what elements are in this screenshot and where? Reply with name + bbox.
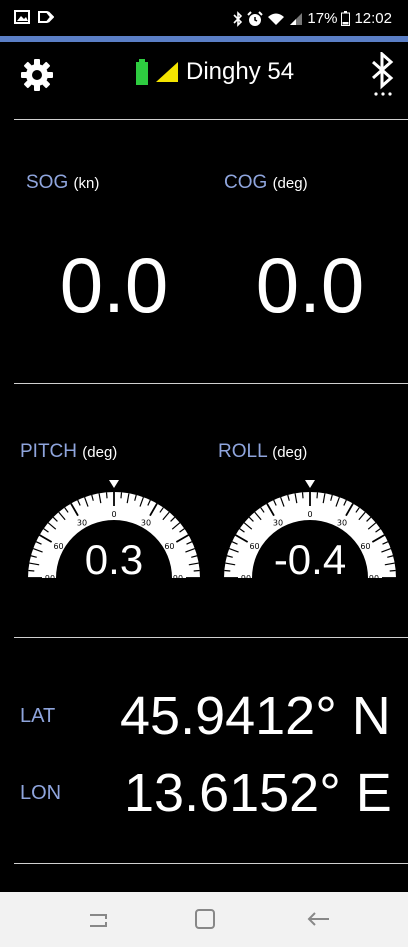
device-status: Dinghy 54 — [136, 58, 294, 86]
bluetooth-icon — [233, 10, 243, 27]
signal-strength-icon — [156, 62, 178, 82]
gauge-scale-label: 90 — [173, 574, 183, 578]
gauge-pointer-icon — [109, 480, 119, 488]
home-icon — [195, 909, 215, 929]
divider — [14, 119, 408, 120]
gauge-scale-label: 30 — [273, 519, 283, 528]
cog-value: 0.0 — [255, 241, 365, 329]
gauge-tick — [28, 569, 35, 572]
image-icon — [14, 10, 30, 24]
status-time: 12:02 — [354, 10, 392, 27]
divider — [14, 637, 408, 638]
gauge-scale-label: 90 — [369, 574, 379, 578]
roll-unit: (deg) — [272, 444, 308, 461]
gauge-tick — [301, 492, 304, 499]
cog-label-text: COG — [224, 172, 268, 193]
gauge-tick — [120, 492, 123, 499]
divider — [14, 863, 408, 864]
gauge-tick — [105, 492, 108, 499]
roll-value: -0.4 — [273, 536, 347, 583]
sog-unit: (kn) — [73, 175, 100, 192]
pitch-label-text: PITCH — [20, 441, 77, 462]
sog-value: 0.0 — [59, 241, 169, 329]
battery-percent: 17% — [307, 10, 338, 27]
gauge-pointer-icon — [305, 480, 315, 488]
status-left-icons — [14, 10, 54, 24]
gauge-tick — [193, 569, 200, 572]
gauge-tick — [316, 492, 319, 499]
sog-label: SOG (kn) — [26, 172, 99, 194]
lon-label: LON — [20, 782, 62, 804]
gauge-scale-label: 30 — [337, 519, 347, 528]
wifi-icon — [268, 13, 285, 25]
cast-icon — [38, 11, 54, 23]
device-name: Dinghy 54 — [186, 58, 295, 85]
roll-label-text: ROLL — [218, 441, 267, 462]
roll-label: ROLL (deg) — [218, 441, 307, 463]
lat-value: 45.9412° N — [120, 686, 391, 746]
signal-icon — [290, 12, 303, 25]
gauge-scale-label: 0 — [307, 510, 312, 519]
back-button[interactable] — [300, 904, 336, 934]
gauge-scale-label: 30 — [77, 519, 87, 528]
pitch-label: PITCH (deg) — [20, 441, 117, 463]
cog-label: COG (deg) — [224, 172, 308, 194]
gauge-tick — [389, 569, 396, 572]
settings-button[interactable] — [20, 58, 54, 92]
lon-value: 13.6152° E — [124, 763, 392, 823]
gauge-scale-label: 0 — [111, 510, 116, 519]
battery-icon — [341, 11, 351, 26]
cog-unit: (deg) — [272, 175, 308, 192]
recent-apps-icon — [90, 914, 107, 927]
bluetooth-icon — [372, 50, 394, 96]
status-right-icons: 17% 12:02 — [233, 10, 392, 27]
divider — [14, 383, 408, 384]
lat-label: LAT — [20, 705, 56, 727]
bluetooth-connect-button[interactable] — [369, 50, 397, 98]
back-icon — [307, 912, 329, 926]
battery-level-icon — [136, 59, 148, 85]
home-button[interactable] — [187, 904, 223, 934]
pitch-unit: (deg) — [82, 444, 118, 461]
gauge-tick — [224, 569, 231, 572]
gear-icon — [21, 59, 53, 91]
system-nav-bar — [0, 892, 408, 947]
status-bar: 17% 12:02 — [0, 0, 408, 36]
recent-apps-button[interactable] — [80, 904, 116, 934]
pitch-value: 0.3 — [84, 536, 144, 583]
app-header: Dinghy 54 — [0, 42, 408, 118]
gauge-scale-label: 30 — [141, 519, 151, 528]
alarm-icon — [247, 10, 264, 26]
sog-label-text: SOG — [26, 172, 69, 193]
